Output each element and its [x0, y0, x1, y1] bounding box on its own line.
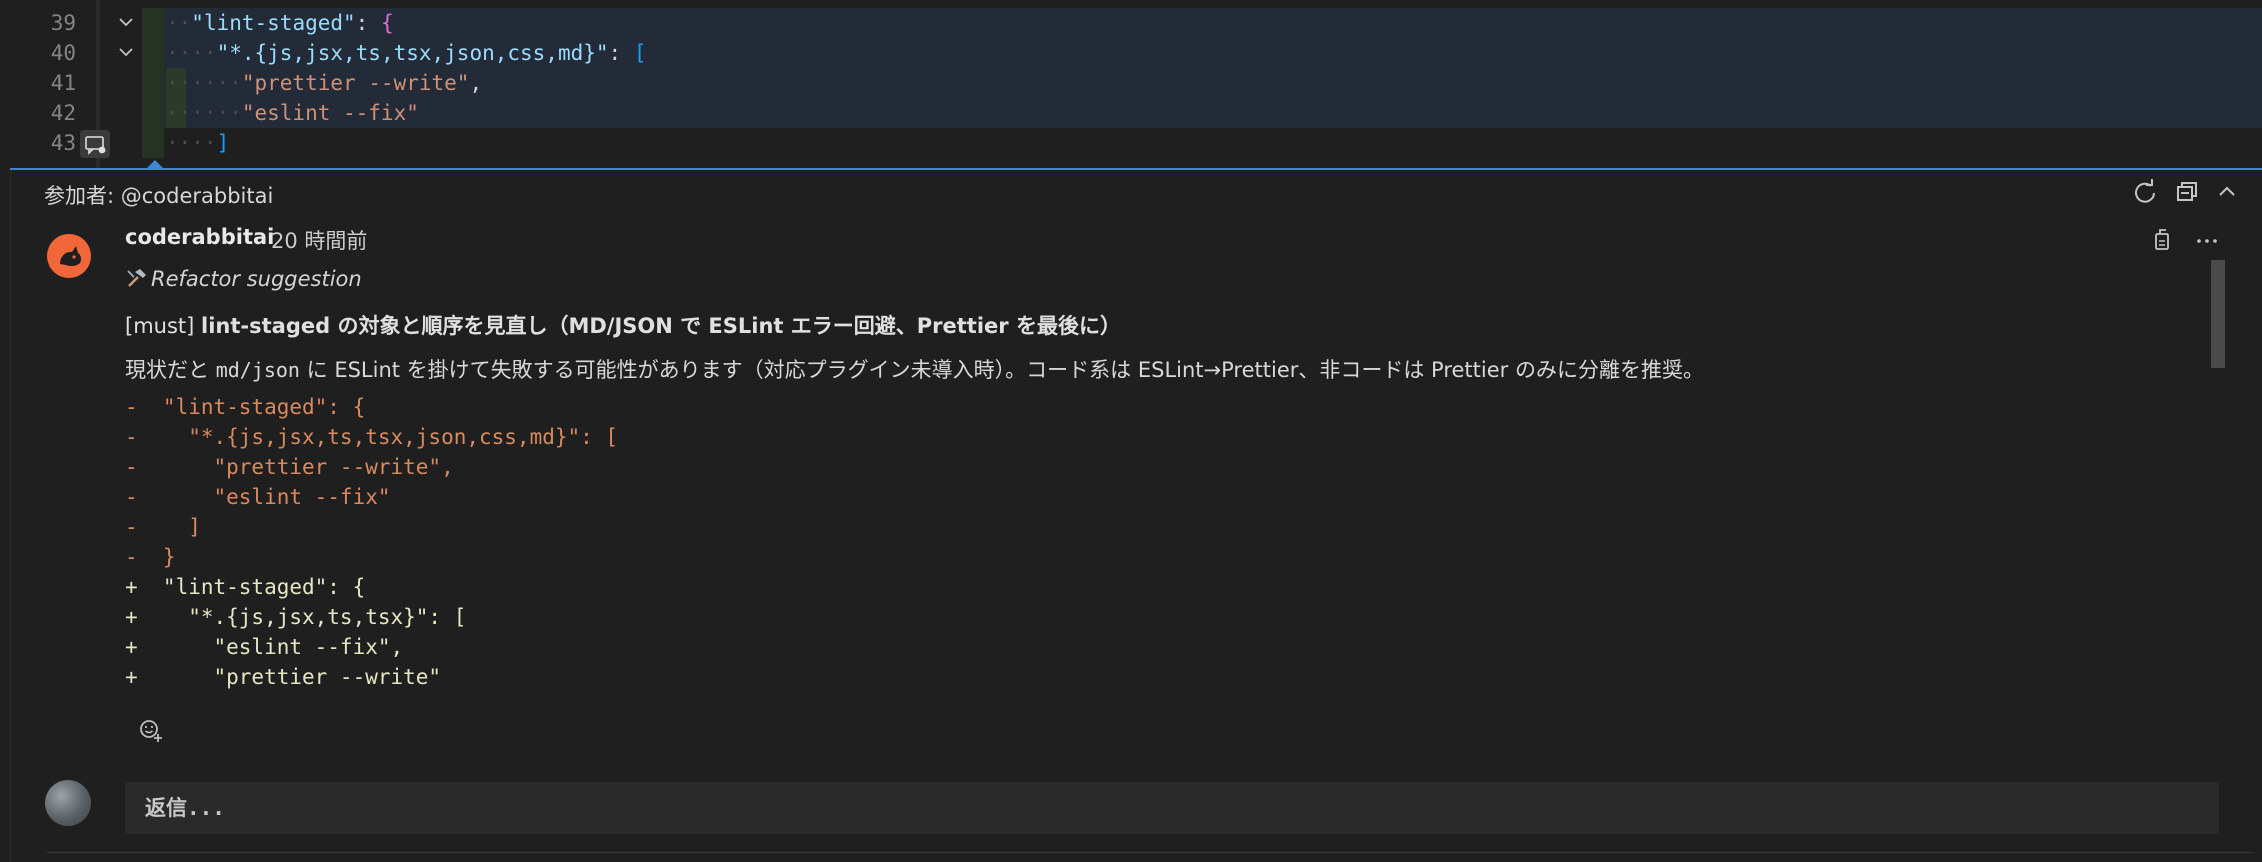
- comment-author[interactable]: coderabbitai: [125, 225, 274, 249]
- suggestion-title: [must] lint-staged の対象と順序を見直し（MD/JSON で …: [125, 314, 1121, 338]
- avatar: [45, 780, 91, 826]
- code-line-43[interactable]: 43 ····]: [0, 128, 2262, 158]
- code-text: ······"eslint --fix": [166, 101, 419, 125]
- code-line-41[interactable]: 41 ······"prettier --write",: [0, 68, 2262, 98]
- reply-input[interactable]: [125, 782, 2219, 834]
- code-text: ····]: [166, 131, 230, 155]
- comment-thread: 参加者: @coderabbitai coderabbitai 20 時間前 R…: [10, 170, 2262, 862]
- diff-line-removed: - "lint-staged": {: [125, 395, 366, 419]
- diff-line-removed: - }: [125, 545, 176, 569]
- comment-timestamp: 20 時間前: [271, 229, 368, 253]
- refactor-suggestion-label: Refactor suggestion: [125, 267, 362, 291]
- line-number: 42: [50, 101, 76, 125]
- diff-line-added: + "*.{js,jsx,ts,tsx}": [: [125, 605, 467, 629]
- line-number: 40: [50, 41, 76, 65]
- diff-line-removed: - "*.{js,jsx,ts,tsx,json,css,md}": [: [125, 425, 619, 449]
- hammer-icon: [125, 267, 149, 289]
- avatar[interactable]: [47, 234, 91, 278]
- comment-gutter-icon[interactable]: [80, 130, 110, 158]
- diff-line-removed: - "eslint --fix": [125, 485, 391, 509]
- scrollbar[interactable]: [2211, 260, 2225, 368]
- more-icon[interactable]: [2193, 226, 2221, 254]
- diff-line-added: + "lint-staged": {: [125, 575, 366, 599]
- refresh-icon[interactable]: [2129, 176, 2161, 208]
- thread-divider: [47, 852, 2253, 853]
- diff-line-removed: - ]: [125, 515, 201, 539]
- participants-label: 参加者: @coderabbitai: [44, 184, 274, 208]
- diff-line-added: + "eslint --fix",: [125, 635, 404, 659]
- suggestion-description: 現状だと md/json に ESLint を掛けて失敗する可能性があります（対…: [125, 358, 1704, 382]
- code-editor[interactable]: 39 ··"lint-staged": { 40 ····"*.{js,jsx,…: [0, 0, 2262, 168]
- line-number: 39: [50, 11, 76, 35]
- code-line-42[interactable]: 42 ······"eslint --fix": [0, 98, 2262, 128]
- diff-line-removed: - "prettier --write",: [125, 455, 454, 479]
- copy-icon[interactable]: [2149, 226, 2177, 254]
- code-line-39[interactable]: 39 ··"lint-staged": {: [0, 8, 2262, 38]
- collapse-all-icon[interactable]: [2171, 176, 2203, 208]
- code-text: ······"prettier --write",: [166, 71, 483, 95]
- line-number: 43: [50, 131, 76, 155]
- add-reaction-icon[interactable]: [137, 716, 165, 744]
- diff-line-added: + "prettier --write": [125, 665, 442, 689]
- chevron-up-icon[interactable]: [2211, 176, 2243, 208]
- code-text: ····"*.{js,jsx,ts,tsx,json,css,md}": [: [166, 41, 647, 65]
- thread-pointer: [146, 160, 164, 169]
- code-text: ··"lint-staged": {: [166, 11, 394, 35]
- reply-box[interactable]: [125, 782, 2219, 834]
- code-line-40[interactable]: 40 ····"*.{js,jsx,ts,tsx,json,css,md}": …: [0, 38, 2262, 68]
- diff-block: - "lint-staged": { - "*.{js,jsx,ts,tsx,j…: [125, 392, 618, 692]
- line-number: 41: [50, 71, 76, 95]
